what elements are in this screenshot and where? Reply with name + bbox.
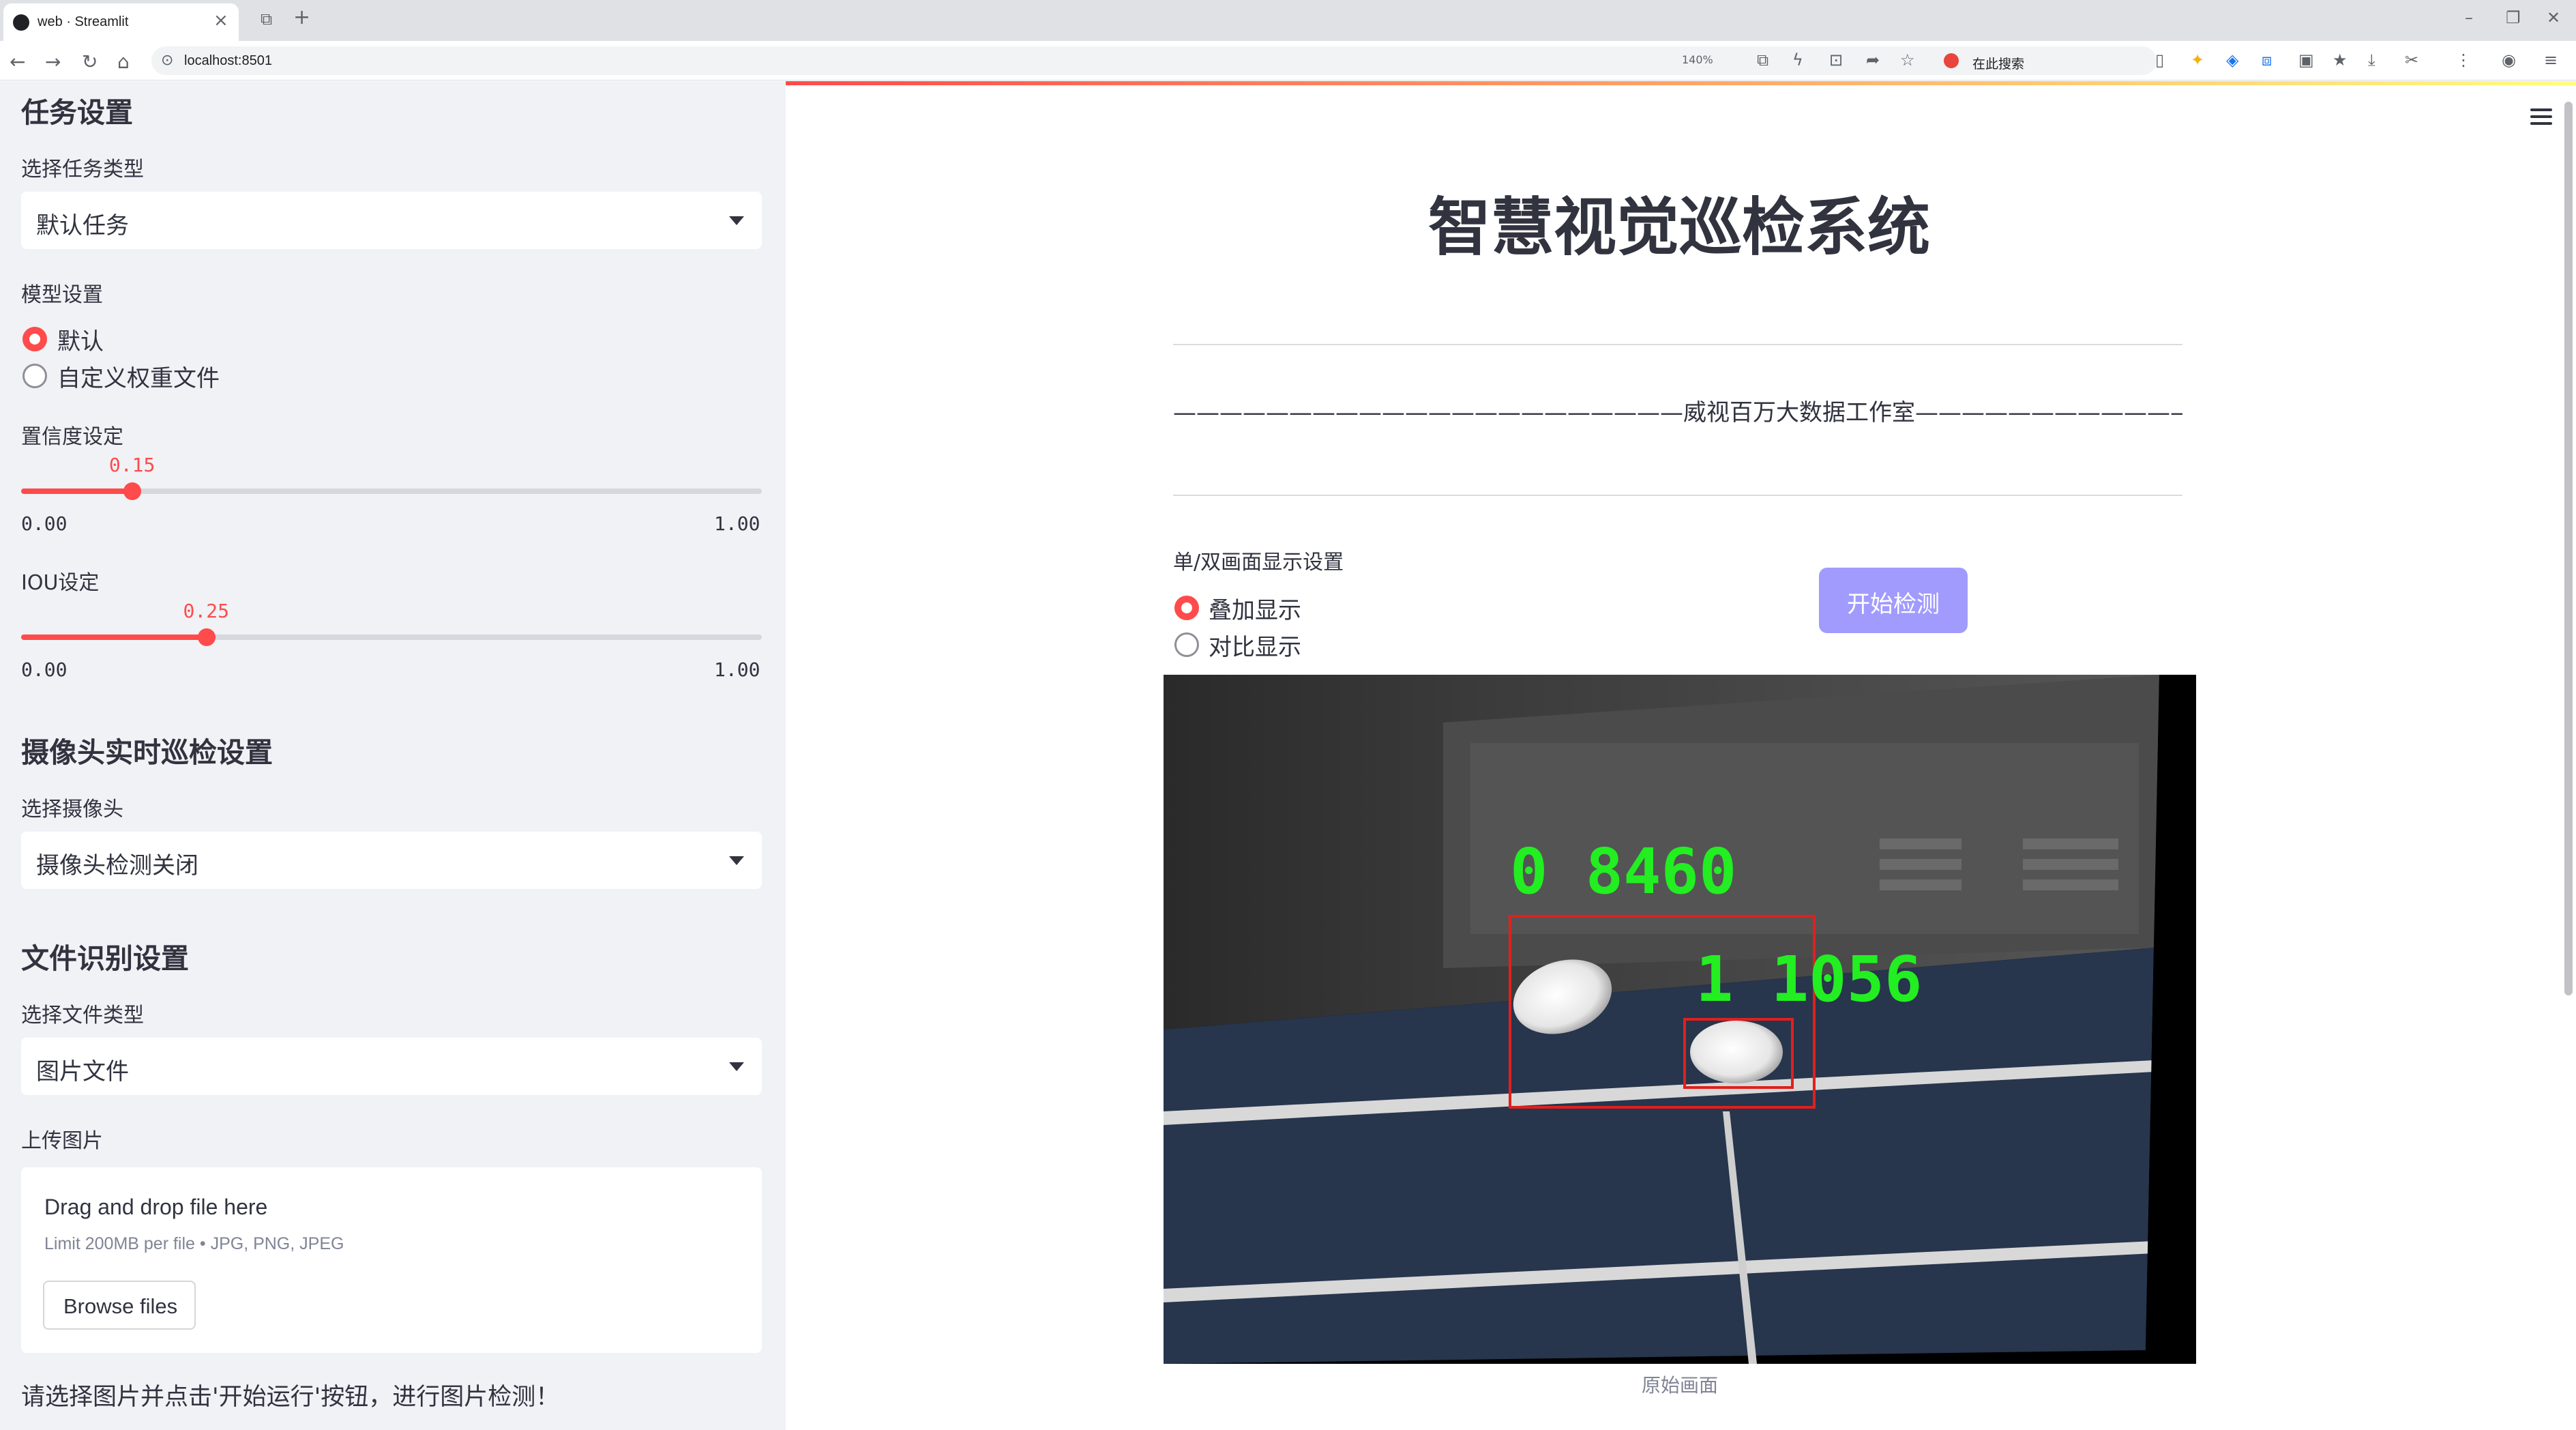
radio-display-overlay[interactable] [1174,596,1199,620]
radio-display-compare-label[interactable]: 对比显示 [1209,628,1301,662]
chevron-down-icon[interactable] [729,216,744,225]
menu-dots-icon[interactable]: ⋮ [2455,50,2472,70]
image-caption: 原始画面 [1641,1374,1718,1397]
extension-icon[interactable]: ▣ [2298,50,2314,70]
extension-icon[interactable]: ⧈ [2262,50,2272,70]
radio-model-custom[interactable] [23,364,47,388]
page-title: 智慧视觉巡检系统 [1427,191,1930,264]
download-icon[interactable]: ⤓ [2368,50,2375,70]
iou-slider-track[interactable] [21,634,762,640]
iou-max: 1.00 [714,658,760,681]
tab-list-icon[interactable]: ⧉ [261,10,272,29]
file-type-label: 选择文件类型 [21,1004,144,1027]
url-field[interactable]: ⊙ localhost:8501 140% [151,46,2157,75]
instruction-text: 请选择图片并点击'开始运行'按钮，进行图片检测！ [21,1384,560,1411]
task-type-select[interactable]: 默认任务 [21,192,762,249]
detection-image-svg: 0 8460 1 1056 [1164,675,2196,1364]
browser-tab[interactable]: web · Streamlit × [3,3,239,41]
radio-display-overlay-label[interactable]: 叠加显示 [1209,592,1301,625]
start-detection-button[interactable]: 开始检测 [1819,568,1968,633]
camera-select-label: 选择摄像头 [21,798,123,821]
confidence-max: 1.00 [714,512,760,535]
confidence-slider-fill [21,488,132,494]
main-content: 智慧视觉巡检系统 ——————————————————————威视百万大数据工作… [786,81,2576,1430]
model-settings-label: 模型设置 [21,283,103,307]
start-detection-label[interactable]: 开始检测 [1819,585,1968,619]
radio-display-compare[interactable] [1174,632,1199,657]
search-placeholder[interactable]: 在此搜索 [1972,54,2024,72]
browser-menu-icon[interactable]: ≡ [2544,50,2558,70]
upload-label: 上传图片 [21,1129,103,1153]
streamlit-favicon-icon [13,14,29,31]
camera-select-value[interactable]: 摄像头检测关闭 [36,847,198,880]
iou-min: 0.00 [21,658,68,681]
confidence-label: 置信度设定 [21,425,123,449]
extension-icon[interactable]: ◈ [2226,50,2238,70]
sidebar: 任务设置 选择任务类型 默认任务 模型设置 默认 自定义权重文件 置信度设定 0… [0,81,786,1430]
address-bar: ← → ↻ ⌂ ⊙ localhost:8501 140% ⧉ ϟ ⊡ ➦ ☆ … [0,41,2576,81]
camera-select[interactable]: 摄像头检测关闭 [21,832,762,889]
file-settings-heading: 文件识别设置 [21,942,189,975]
screenshot-icon[interactable]: ⊡ [1829,50,1843,70]
browse-files-button[interactable]: Browse files [43,1281,196,1330]
task-type-value[interactable]: 默认任务 [36,207,129,240]
radio-model-default[interactable] [23,327,47,351]
confidence-min: 0.00 [21,512,68,535]
minimize-icon[interactable]: – [2465,8,2473,27]
detection-image: 0 8460 1 1056 [1164,675,2196,1364]
camera-settings-heading: 摄像头实时巡检设置 [21,736,273,769]
tab-title: web · Streamlit [38,14,129,29]
window-close-icon[interactable]: ✕ [2547,8,2560,27]
divider [1173,495,2182,496]
extension-icon[interactable]: ✦ [2191,50,2204,70]
back-icon[interactable]: ← [10,50,25,73]
avatar[interactable]: ◉ [2502,50,2516,70]
forward-icon[interactable]: → [45,50,61,73]
iou-value: 0.25 [183,600,229,622]
display-mode-label: 单/双画面显示设置 [1173,551,1344,574]
iou-slider-thumb[interactable] [197,628,216,646]
detection-label: 0 8460 [1510,835,1736,908]
radio-model-custom-label[interactable]: 自定义权重文件 [57,360,220,393]
zoom-level[interactable]: 140% [1682,53,1713,66]
browse-files-label[interactable]: Browse files [63,1294,177,1319]
file-type-select[interactable]: 图片文件 [21,1038,762,1095]
cut-icon[interactable]: ✂ [2405,50,2418,70]
divider [1173,344,2182,345]
chevron-down-icon[interactable] [729,856,744,865]
dropzone-limit: Limit 200MB per file • JPG, PNG, JPEG [44,1234,344,1253]
site-info-icon[interactable]: ⊙ [161,52,173,69]
confidence-slider-thumb[interactable] [123,482,141,500]
hamburger-menu-icon[interactable] [2530,108,2552,125]
search-box[interactable]: 在此搜索 [1937,46,2157,75]
page-subtitle: ——————————————————————威视百万大数据工作室————————… [1173,399,2182,426]
favorites-icon[interactable]: ★ [2333,50,2348,70]
iou-slider-fill [21,634,207,640]
new-tab-icon[interactable]: + [293,5,310,29]
bookmark-star-icon[interactable]: ☆ [1900,50,1915,70]
url-text[interactable]: localhost:8501 [184,53,272,69]
dropzone-title: Drag and drop file here [44,1195,268,1219]
file-dropzone[interactable]: Drag and drop file here Limit 200MB per … [21,1167,762,1353]
phone-icon[interactable]: ▯ [2155,50,2164,70]
task-type-label: 选择任务类型 [21,158,144,181]
iou-label: IOU设定 [21,571,100,595]
translate-icon[interactable]: ⧉ [1757,50,1768,70]
home-icon[interactable]: ⌂ [117,50,130,73]
browser-tab-bar: web · Streamlit × ⧉ + – ❐ ✕ [0,0,2576,41]
search-engine-icon[interactable] [1944,53,1959,68]
task-settings-heading: 任务设置 [21,96,133,129]
file-type-value[interactable]: 图片文件 [36,1053,129,1086]
restore-icon[interactable]: ❐ [2506,8,2521,27]
radio-model-default-label[interactable]: 默认 [57,323,104,356]
scrollbar[interactable] [2564,102,2573,995]
confidence-value: 0.15 [108,454,156,476]
chevron-down-icon[interactable] [729,1062,744,1071]
decoration-bar [786,81,2576,85]
close-tab-icon[interactable]: × [213,10,228,31]
detection-label: 1 1056 [1696,943,1922,1016]
lightning-icon[interactable]: ϟ [1792,50,1803,70]
reload-icon[interactable]: ↻ [82,50,98,73]
share-icon[interactable]: ➦ [1866,50,1880,70]
